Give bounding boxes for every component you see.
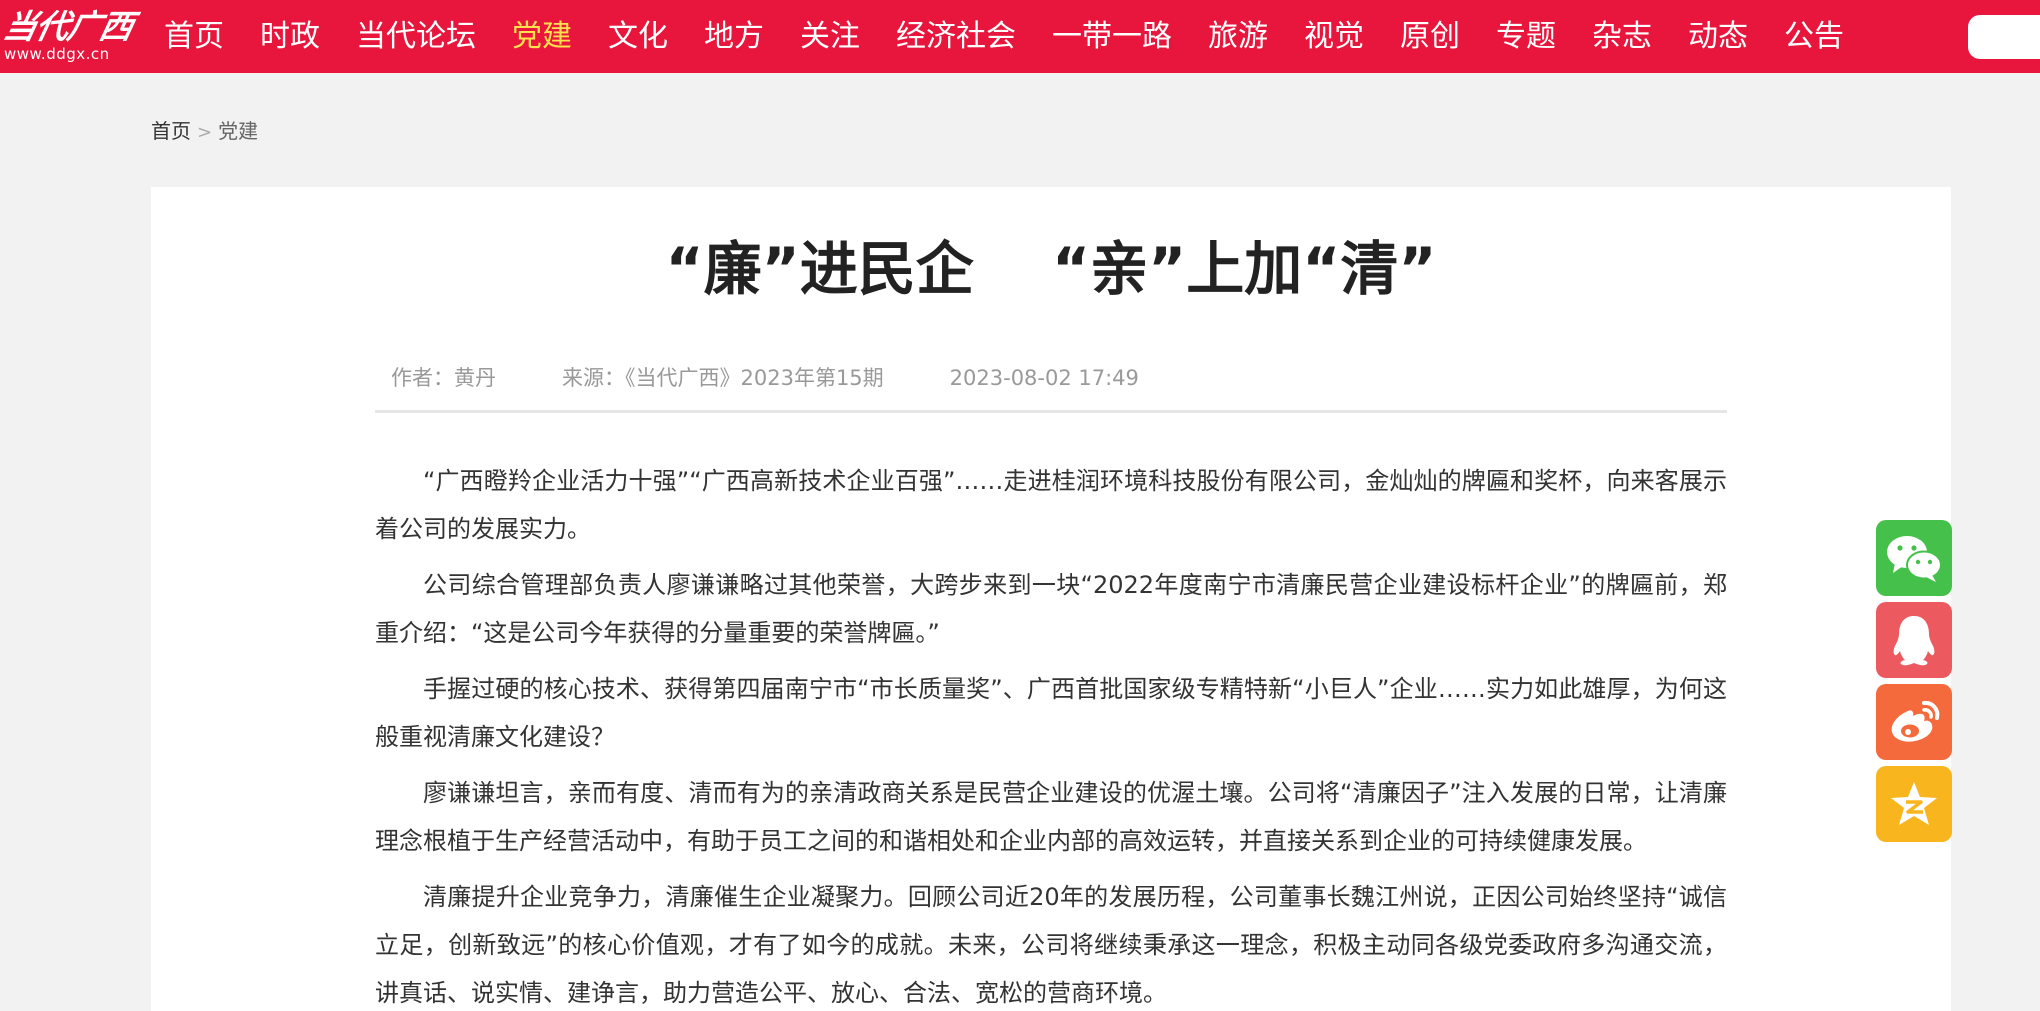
- meta-divider: [375, 410, 1727, 413]
- qzone-icon: [1891, 782, 1937, 825]
- article-title: “廉”进民企 “亲”上加“清”: [665, 235, 1437, 303]
- site-logo[interactable]: 当代广西 www.ddgx.cn: [0, 7, 140, 68]
- article-paragraph: 廖谦谦坦言，亲而有度、清而有为的亲清政商关系是民营企业建设的优渥土壤。公司将“清…: [375, 779, 1727, 855]
- share-qzone-button[interactable]: [1876, 766, 1952, 842]
- nav-item-culture[interactable]: 文化: [590, 0, 686, 73]
- nav-item-notice[interactable]: 公告: [1766, 0, 1862, 73]
- nav-item-local[interactable]: 地方: [686, 0, 782, 73]
- nav-item-visual[interactable]: 视觉: [1286, 0, 1382, 73]
- breadcrumb: 首页 > 党建: [151, 117, 258, 147]
- nav-item-home[interactable]: 首页: [146, 0, 242, 73]
- article-author: 作者：黄丹: [391, 366, 496, 390]
- nav-item-politics[interactable]: 时政: [242, 0, 338, 73]
- nav-item-topics[interactable]: 专题: [1478, 0, 1574, 73]
- nav-item-forum[interactable]: 当代论坛: [338, 0, 494, 73]
- nav-item-economy-society[interactable]: 经济社会: [878, 0, 1034, 73]
- breadcrumb-separator: >: [197, 122, 213, 143]
- share-wechat-button[interactable]: [1876, 520, 1952, 596]
- article-body: “广西瞪羚企业活力十强”“广西高新技术企业百强”……走进桂润环境科技股份有限公司…: [375, 457, 1727, 1011]
- share-qq-button[interactable]: [1876, 602, 1952, 678]
- article-paragraph: 清廉提升企业竞争力，清廉催生企业凝聚力。回顾公司近20年的发展历程，公司董事长魏…: [375, 883, 1727, 1007]
- nav-item-focus[interactable]: 关注: [782, 0, 878, 73]
- logo-script-text: 当代广西: [0, 7, 137, 46]
- article-paragraph: “广西瞪羚企业活力十强”“广西高新技术企业百强”……走进桂润环境科技股份有限公司…: [375, 467, 1727, 543]
- article-datetime: 2023-08-02 17:49: [949, 366, 1139, 390]
- breadcrumb-home-link[interactable]: 首页: [151, 119, 191, 143]
- nav-item-travel[interactable]: 旅游: [1190, 0, 1286, 73]
- logo-url-text: www.ddgx.cn: [4, 45, 110, 63]
- top-navigation-bar: 当代广西 www.ddgx.cn 首页 时政 当代论坛 党建 文化 地方 关注 …: [0, 0, 2040, 73]
- article-paragraph: 公司综合管理部负责人廖谦谦略过其他荣誉，大跨步来到一块“2022年度南宁市清廉民…: [375, 571, 1727, 647]
- article-source: 来源：《当代广西》2023年第15期: [562, 366, 884, 390]
- share-bar: [1876, 520, 1952, 848]
- nav-item-belt-road[interactable]: 一带一路: [1034, 0, 1190, 73]
- share-weibo-button[interactable]: [1876, 684, 1952, 760]
- weibo-icon: [1891, 700, 1940, 742]
- breadcrumb-current[interactable]: 党建: [218, 119, 258, 143]
- nav-item-news[interactable]: 动态: [1670, 0, 1766, 73]
- article-paragraph: 手握过硬的核心技术、获得第四届南宁市“市长质量奖”、广西首批国家级专精特新“小巨…: [375, 675, 1727, 751]
- nav-item-original[interactable]: 原创: [1382, 0, 1478, 73]
- wechat-icon: [1887, 536, 1942, 582]
- article-meta: 作者：黄丹 来源：《当代广西》2023年第15期 2023-08-02 17:4…: [391, 363, 1139, 393]
- article-card: “廉”进民企 “亲”上加“清” 作者：黄丹 来源：《当代广西》2023年第15期…: [151, 187, 1951, 1011]
- main-nav: 首页 时政 当代论坛 党建 文化 地方 关注 经济社会 一带一路 旅游 视觉 原…: [146, 0, 1862, 73]
- qq-icon: [1893, 616, 1935, 666]
- nav-item-magazine[interactable]: 杂志: [1574, 0, 1670, 73]
- nav-item-party-building[interactable]: 党建: [494, 0, 590, 73]
- search-input[interactable]: [1968, 15, 2040, 59]
